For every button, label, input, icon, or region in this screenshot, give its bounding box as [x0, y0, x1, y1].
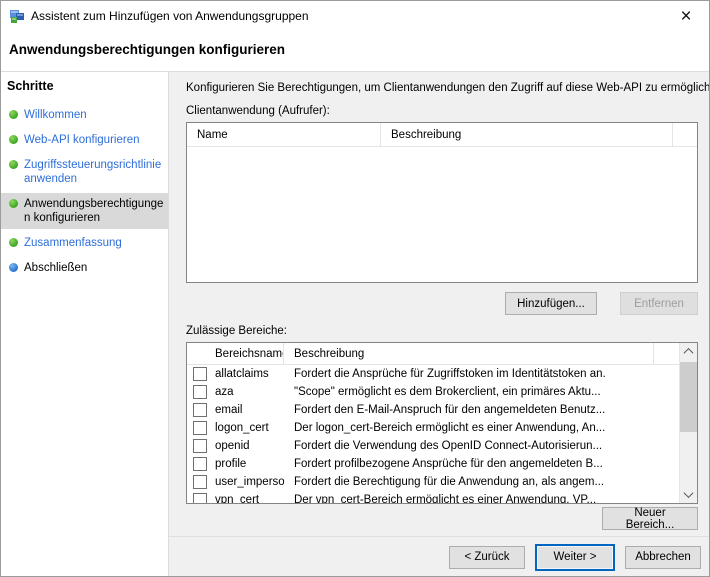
scope-row-vpn-cert[interactable]: vpn_cert Der vpn_cert-Bereich ermöglicht…: [187, 491, 697, 504]
step-done-bullet-icon: [9, 199, 18, 208]
scope-description: Fordert die Ansprüche für Zugriffstoken …: [284, 368, 697, 380]
scope-description: Der vpn_cert-Bereich ermöglicht es einer…: [284, 494, 697, 504]
step-label: Zusammenfassung: [24, 236, 122, 250]
scope-checkbox[interactable]: [193, 475, 207, 489]
new-scope-button[interactable]: Neuer Bereich...: [602, 507, 698, 530]
client-application-label: Clientanwendung (Aufrufer):: [186, 105, 697, 117]
window-title: Assistent zum Hinzufügen von Anwendungsg…: [31, 9, 309, 23]
main-panel: Konfigurieren Sie Berechtigungen, um Cli…: [169, 72, 709, 536]
scope-name: openid: [215, 440, 250, 452]
step-label: Web-API konfigurieren: [24, 133, 139, 147]
scope-checkbox[interactable]: [193, 457, 207, 471]
step-label: Anwendungsberechtigungen konfigurieren: [24, 197, 164, 225]
titlebar: Assistent zum Hinzufügen von Anwendungsg…: [1, 1, 709, 31]
allowed-scopes-label: Zulässige Bereiche:: [186, 325, 697, 337]
scope-row-email[interactable]: email Fordert den E-Mail-Anspruch für de…: [187, 401, 697, 419]
step-label: Abschließen: [24, 261, 87, 275]
sidebar-item-zugriffssteuerungsrichtlinie[interactable]: Zugriffssteuerungsrichtlinie anwenden: [1, 154, 168, 190]
app-group-icon: [9, 8, 25, 24]
column-header-beschreibung[interactable]: Beschreibung: [381, 123, 673, 146]
step-done-bullet-icon: [9, 110, 18, 119]
scope-checkbox[interactable]: [193, 403, 207, 417]
next-button[interactable]: Weiter >: [535, 544, 615, 571]
scope-name: profile: [215, 458, 246, 470]
scope-checkbox[interactable]: [193, 493, 207, 504]
scope-checkbox[interactable]: [193, 421, 207, 435]
scope-name: user_imperso...: [215, 476, 284, 488]
cancel-button[interactable]: Abbrechen: [625, 546, 701, 569]
client-application-list[interactable]: Name Beschreibung: [186, 122, 698, 283]
scope-row-user-impersonation[interactable]: user_imperso... Fordert die Berechtigung…: [187, 473, 697, 491]
scope-description: "Scope" ermöglicht es dem Brokerclient, …: [284, 386, 697, 398]
scope-description: Fordert die Verwendung des OpenID Connec…: [284, 440, 697, 452]
scope-description: Fordert profilbezogene Ansprüche für den…: [284, 458, 697, 470]
sidebar-item-zusammenfassung[interactable]: Zusammenfassung: [1, 232, 168, 254]
sidebar-item-abschliessen[interactable]: Abschließen: [1, 257, 168, 279]
scope-name: aza: [215, 386, 234, 398]
add-client-button[interactable]: Hinzufügen...: [505, 292, 597, 315]
scope-checkbox[interactable]: [193, 367, 207, 381]
scopes-list-header: Bereichsname Beschreibung: [187, 343, 680, 365]
remove-client-button[interactable]: Entfernen: [620, 292, 698, 315]
column-header-bereichsname[interactable]: Bereichsname: [187, 343, 284, 364]
steps-heading: Schritte: [7, 79, 168, 93]
scope-name: logon_cert: [215, 422, 269, 434]
back-button[interactable]: < Zurück: [449, 546, 525, 569]
sidebar-item-willkommen[interactable]: Willkommen: [1, 104, 168, 126]
instruction-text: Konfigurieren Sie Berechtigungen, um Cli…: [186, 82, 697, 94]
wizard-footer: < Zurück Weiter > Abbrechen: [169, 536, 709, 577]
wizard-dialog: Assistent zum Hinzufügen von Anwendungsg…: [0, 0, 710, 577]
page-title: Anwendungsberechtigungen konfigurieren: [1, 31, 709, 72]
scope-description: Fordert den E-Mail-Anspruch für den ange…: [284, 404, 697, 416]
close-button[interactable]: ×: [663, 1, 709, 31]
scope-row-openid[interactable]: openid Fordert die Verwendung des OpenID…: [187, 437, 697, 455]
client-list-header: Name Beschreibung: [187, 123, 697, 147]
scope-row-aza[interactable]: aza "Scope" ermöglicht es dem Brokerclie…: [187, 383, 697, 401]
scrollbar-thumb[interactable]: [680, 362, 697, 432]
step-label: Zugriffssteuerungsrichtlinie anwenden: [24, 158, 164, 186]
scope-row-profile[interactable]: profile Fordert profilbezogene Ansprüche…: [187, 455, 697, 473]
scopes-scrollbar[interactable]: [679, 343, 697, 503]
step-label: Willkommen: [24, 108, 87, 122]
scope-checkbox[interactable]: [193, 439, 207, 453]
sidebar-item-anwendungsberechtigungen[interactable]: Anwendungsberechtigungen konfigurieren: [1, 193, 168, 229]
allowed-scopes-list[interactable]: Bereichsname Beschreibung allatclaims Fo…: [186, 342, 698, 504]
scope-name: email: [215, 404, 242, 416]
scroll-down-icon[interactable]: [680, 486, 697, 503]
column-header-beschreibung[interactable]: Beschreibung: [284, 343, 654, 364]
scope-row-logon-cert[interactable]: logon_cert Der logon_cert-Bereich ermögl…: [187, 419, 697, 437]
step-pending-bullet-icon: [9, 263, 18, 272]
column-header-empty: [654, 343, 680, 364]
step-done-bullet-icon: [9, 135, 18, 144]
step-done-bullet-icon: [9, 238, 18, 247]
step-done-bullet-icon: [9, 160, 18, 169]
scope-name: vpn_cert: [215, 494, 259, 504]
scope-checkbox[interactable]: [193, 385, 207, 399]
column-header-empty: [673, 123, 697, 146]
scope-description: Fordert die Berechtigung für die Anwendu…: [284, 476, 697, 488]
steps-sidebar: Schritte Willkommen Web-API konfiguriere…: [1, 72, 169, 577]
scroll-up-icon[interactable]: [680, 343, 697, 360]
scope-description: Der logon_cert-Bereich ermöglicht es ein…: [284, 422, 697, 434]
column-header-name[interactable]: Name: [187, 123, 381, 146]
sidebar-item-web-api-konfigurieren[interactable]: Web-API konfigurieren: [1, 129, 168, 151]
scope-row-allatclaims[interactable]: allatclaims Fordert die Ansprüche für Zu…: [187, 365, 697, 383]
scope-name: allatclaims: [215, 368, 269, 380]
